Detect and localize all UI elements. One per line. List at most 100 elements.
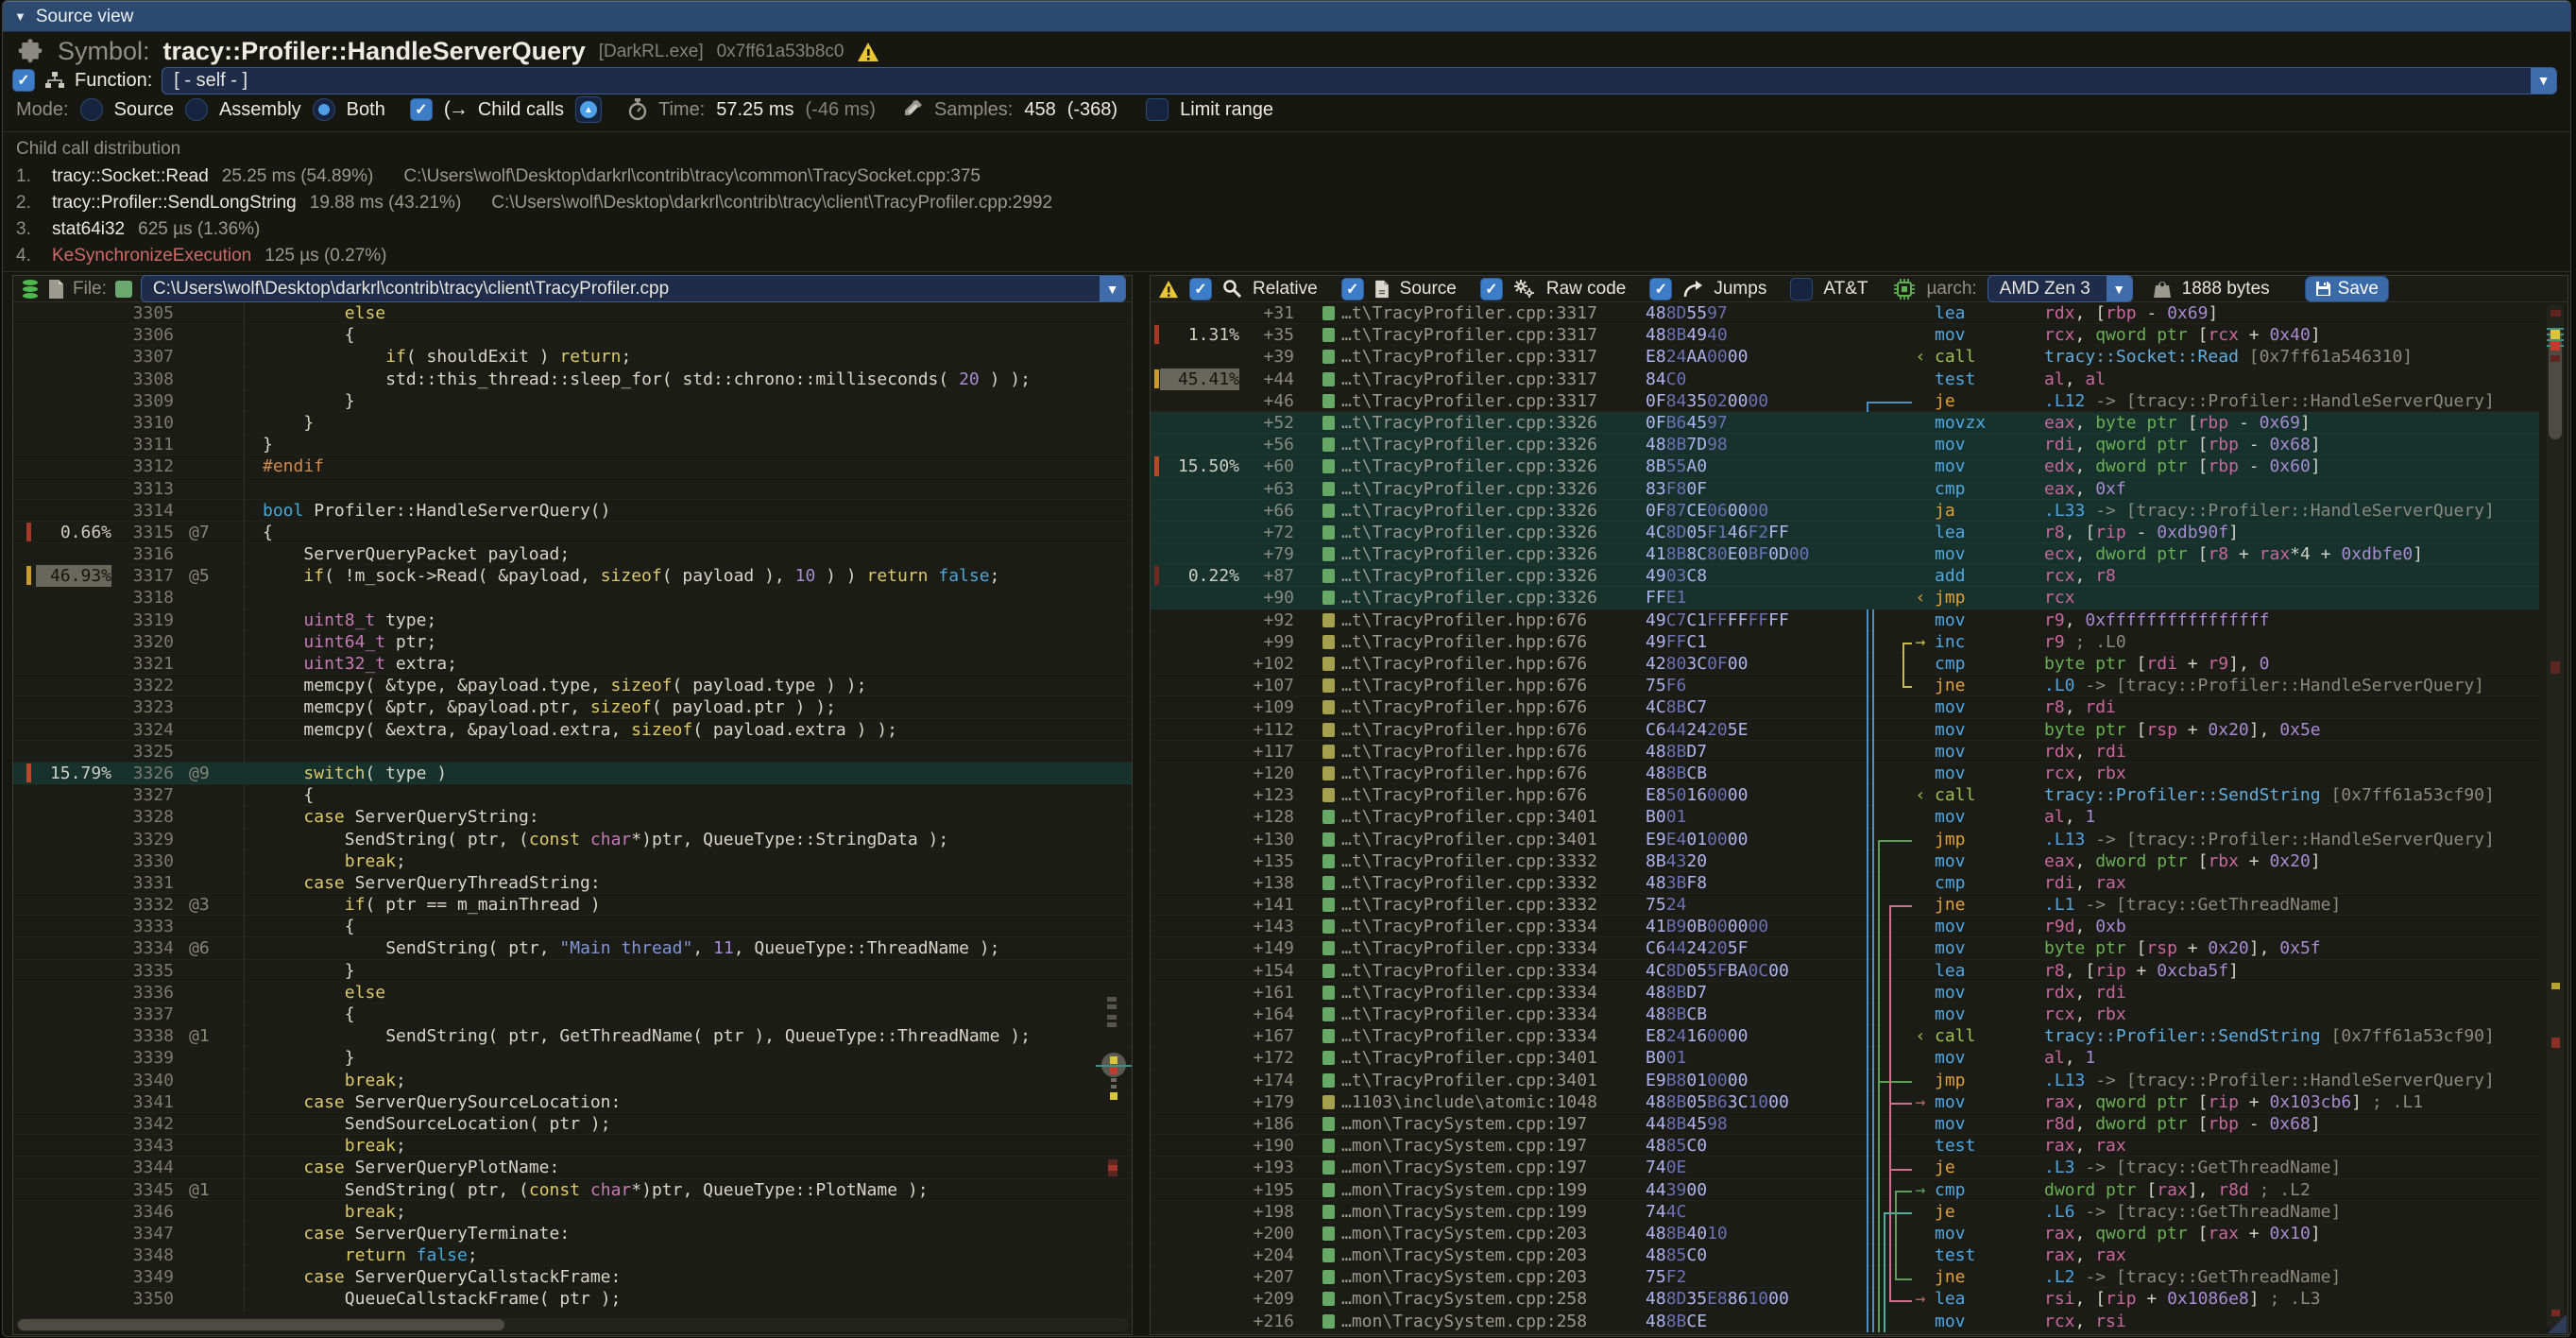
att-checkbox[interactable] (1790, 278, 1813, 300)
child-call-entry[interactable]: 2.tracy::Profiler::SendLongString19.88 m… (16, 190, 1716, 216)
asm-row[interactable]: +198…mon\TracySystem.cpp:199744Cje.L6 ->… (1151, 1201, 2539, 1223)
source-line-row[interactable]: 3311} (13, 434, 1132, 455)
source-line-row[interactable]: 3325 (13, 741, 1132, 763)
source-line-row[interactable]: 3309} (13, 390, 1132, 412)
asm-row[interactable]: +128…t\TracyProfiler.cpp:3401B001moval, … (1151, 806, 2539, 828)
asm-row[interactable]: +66…t\TracyProfiler.cpp:33260F87CE060000… (1151, 500, 2539, 522)
source-line-row[interactable]: 3350QueueCallstackFrame( ptr ); (13, 1288, 1132, 1310)
source-line-row[interactable]: 3313 (13, 478, 1132, 500)
collapse-triangle-icon[interactable]: ▼ (14, 9, 26, 24)
source-line-row[interactable]: 3307if( shouldExit ) return; (13, 346, 1132, 368)
source-line-row[interactable]: 3340break; (13, 1070, 1132, 1091)
source-line-row[interactable]: 3335} (13, 960, 1132, 982)
function-combo-arrow-icon[interactable]: ▼ (2531, 68, 2556, 94)
source-line-row[interactable]: 3312#endif (13, 455, 1132, 477)
source-line-row[interactable]: 15.79%3326@9switch( type ) (13, 763, 1132, 784)
save-button[interactable]: Save (2305, 276, 2389, 302)
source-line-row[interactable]: 3334@6SendString( ptr, "Main thread", 11… (13, 937, 1132, 959)
asm-row[interactable]: +39…t\TracyProfiler.cpp:3317E824AA0000‹c… (1151, 346, 2539, 368)
source-line-row[interactable]: 3310} (13, 412, 1132, 434)
asm-row[interactable]: +179…1103\include\atomic:1048488B05B63C1… (1151, 1091, 2539, 1113)
source-line-row[interactable]: 3305else (13, 302, 1132, 324)
asm-row[interactable]: +204…mon\TracySystem.cpp:2034885C0testra… (1151, 1244, 2539, 1266)
asm-row[interactable]: +130…t\TracyProfiler.cpp:3401E9E4010000j… (1151, 829, 2539, 850)
file-combo[interactable]: C:\Users\wolf\Desktop\darkrl\contrib\tra… (141, 275, 1126, 302)
source-line-row[interactable]: 3330break; (13, 850, 1132, 872)
source-line-row[interactable]: 3347case ServerQueryTerminate: (13, 1223, 1132, 1244)
source-line-row[interactable]: 46.93%3317@5if( !m_sock->Read( &payload,… (13, 565, 1132, 587)
source-line-row[interactable]: 3321uint32_t extra; (13, 653, 1132, 675)
asm-row[interactable]: +138…t\TracyProfiler.cpp:3332483BF8cmprd… (1151, 872, 2539, 894)
asm-row[interactable]: +190…mon\TracySystem.cpp:1974885C0testra… (1151, 1135, 2539, 1157)
limit-range-checkbox[interactable] (1146, 98, 1169, 121)
source-line-row[interactable]: 3316ServerQueryPacket payload; (13, 543, 1132, 565)
asm-row[interactable]: +72…t\TracyProfiler.cpp:33264C8D05F146F2… (1151, 522, 2539, 543)
asm-row[interactable]: +109…t\TracyProfiler.hpp:6764C8BC7movr8,… (1151, 696, 2539, 718)
source-scrollbar-horizontal[interactable] (16, 1318, 1129, 1331)
source-line-row[interactable]: 3337{ (13, 1004, 1132, 1025)
source-line-row[interactable]: 3343break; (13, 1135, 1132, 1157)
asm-row[interactable]: +135…t\TracyProfiler.cpp:33328B4320movea… (1151, 850, 2539, 872)
asm-row[interactable]: +31…t\TracyProfiler.cpp:3317488D5597lear… (1151, 302, 2539, 324)
source-line-row[interactable]: 3320uint64_t ptr; (13, 631, 1132, 653)
march-combo[interactable]: AMD Zen 3 ▼ (1987, 275, 2133, 302)
mode-radio-source[interactable] (80, 98, 103, 121)
jumps-checkbox[interactable] (1649, 278, 1672, 300)
asm-row[interactable]: +174…t\TracyProfiler.cpp:3401E9B8010000j… (1151, 1070, 2539, 1091)
asm-row[interactable]: +99…t\TracyProfiler.hpp:67649FFC1→incr9 … (1151, 631, 2539, 653)
mode-radio-assembly[interactable] (185, 98, 208, 121)
source-line-row[interactable]: 3327{ (13, 784, 1132, 806)
asm-row[interactable]: +52…t\TracyProfiler.cpp:33260FB64597movz… (1151, 412, 2539, 434)
source-line-row[interactable]: 3344case ServerQueryPlotName: (13, 1157, 1132, 1178)
window-titlebar[interactable]: ▼ Source view (3, 1, 2570, 32)
asm-row[interactable]: +141…t\TracyProfiler.cpp:33327524jne.L1 … (1151, 894, 2539, 916)
asm-row[interactable]: +195…mon\TracySystem.cpp:199443900→cmpdw… (1151, 1179, 2539, 1201)
expand-up-button[interactable]: ▲ (575, 96, 602, 123)
source-line-row[interactable]: 3346break; (13, 1201, 1132, 1223)
march-combo-arrow-icon[interactable]: ▼ (2107, 276, 2132, 301)
source-line-row[interactable]: 3342SendSourceLocation( ptr ); (13, 1113, 1132, 1135)
asm-row[interactable]: +112…t\TracyProfiler.hpp:676C64424205Emo… (1151, 719, 2539, 741)
asm-row[interactable]: +123…t\TracyProfiler.hpp:676E850160000‹c… (1151, 784, 2539, 806)
asm-row[interactable]: 1.31%+35…t\TracyProfiler.cpp:3317488B494… (1151, 324, 2539, 346)
source-line-row[interactable]: 3349case ServerQueryCallstackFrame: (13, 1266, 1132, 1288)
asm-row[interactable]: +193…mon\TracySystem.cpp:197740Eje.L3 ->… (1151, 1157, 2539, 1178)
source-line-row[interactable]: 3345@1SendString( ptr, (const char*)ptr,… (13, 1179, 1132, 1201)
asm-row[interactable]: +154…t\TracyProfiler.cpp:33344C8D055FBA0… (1151, 960, 2539, 982)
source-line-row[interactable]: 3323memcpy( &ptr, &payload.ptr, sizeof( … (13, 696, 1132, 718)
asm-row[interactable]: +102…t\TracyProfiler.hpp:67642803C0F00cm… (1151, 653, 2539, 675)
resize-grip[interactable] (2548, 1314, 2567, 1333)
source-line-row[interactable]: 3314bool Profiler::HandleServerQuery() (13, 500, 1132, 522)
source-line-row[interactable]: 3319uint8_t type; (13, 609, 1132, 631)
asm-row[interactable]: +143…t\TracyProfiler.cpp:333441B90B00000… (1151, 916, 2539, 937)
source-checkbox[interactable] (1341, 278, 1364, 300)
asm-row[interactable]: +207…mon\TracySystem.cpp:20375F2jne.L2 -… (1151, 1266, 2539, 1288)
child-calls-checkbox[interactable] (410, 98, 433, 121)
asm-row[interactable]: +149…t\TracyProfiler.cpp:3334C64424205Fm… (1151, 937, 2539, 959)
raw-code-checkbox[interactable] (1480, 278, 1503, 300)
source-line-row[interactable]: 3308std::this_thread::sleep_for( std::ch… (13, 369, 1132, 390)
child-call-entry[interactable]: 1.tracy::Socket::Read25.25 ms (54.89%)C:… (16, 163, 1716, 190)
asm-row[interactable]: +107…t\TracyProfiler.hpp:67675F6jne.L0 -… (1151, 675, 2539, 696)
asm-row[interactable]: +120…t\TracyProfiler.hpp:676488BCBmovrcx… (1151, 763, 2539, 784)
asm-row[interactable]: +117…t\TracyProfiler.hpp:676488BD7movrdx… (1151, 741, 2539, 763)
source-line-row[interactable]: 3338@1SendString( ptr, GetThreadName( pt… (13, 1025, 1132, 1047)
asm-row[interactable]: +200…mon\TracySystem.cpp:203488B4010movr… (1151, 1223, 2539, 1244)
asm-row[interactable]: 0.22%+87…t\TracyProfiler.cpp:33264903C8a… (1151, 565, 2539, 587)
child-call-entry[interactable]: 3.stat64i32625 µs (1.36%) (16, 216, 1716, 243)
asm-row[interactable]: 15.50%+60…t\TracyProfiler.cpp:33268B55A0… (1151, 455, 2539, 477)
asm-row[interactable]: +92…t\TracyProfiler.hpp:67649C7C1FFFFFFF… (1151, 609, 2539, 631)
asm-row[interactable]: +161…t\TracyProfiler.cpp:3334488BD7movrd… (1151, 982, 2539, 1004)
source-line-row[interactable]: 3329SendString( ptr, (const char*)ptr, Q… (13, 829, 1132, 850)
asm-row[interactable]: +172…t\TracyProfiler.cpp:3401B001moval, … (1151, 1047, 2539, 1069)
source-line-row[interactable]: 3348return false; (13, 1244, 1132, 1266)
source-line-row[interactable]: 3339} (13, 1047, 1132, 1069)
mode-radio-both[interactable] (313, 98, 335, 121)
source-line-row[interactable]: 3306{ (13, 324, 1132, 346)
source-line-row[interactable]: 3333{ (13, 916, 1132, 937)
asm-row[interactable]: +79…t\TracyProfiler.cpp:3326418B8C80E0BF… (1151, 543, 2539, 565)
source-line-row[interactable]: 3336else (13, 982, 1132, 1004)
asm-row[interactable]: +46…t\TracyProfiler.cpp:33170F8435020000… (1151, 390, 2539, 412)
source-line-row[interactable]: 3318 (13, 587, 1132, 609)
asm-row[interactable]: +63…t\TracyProfiler.cpp:332683F80Fcmpeax… (1151, 478, 2539, 500)
